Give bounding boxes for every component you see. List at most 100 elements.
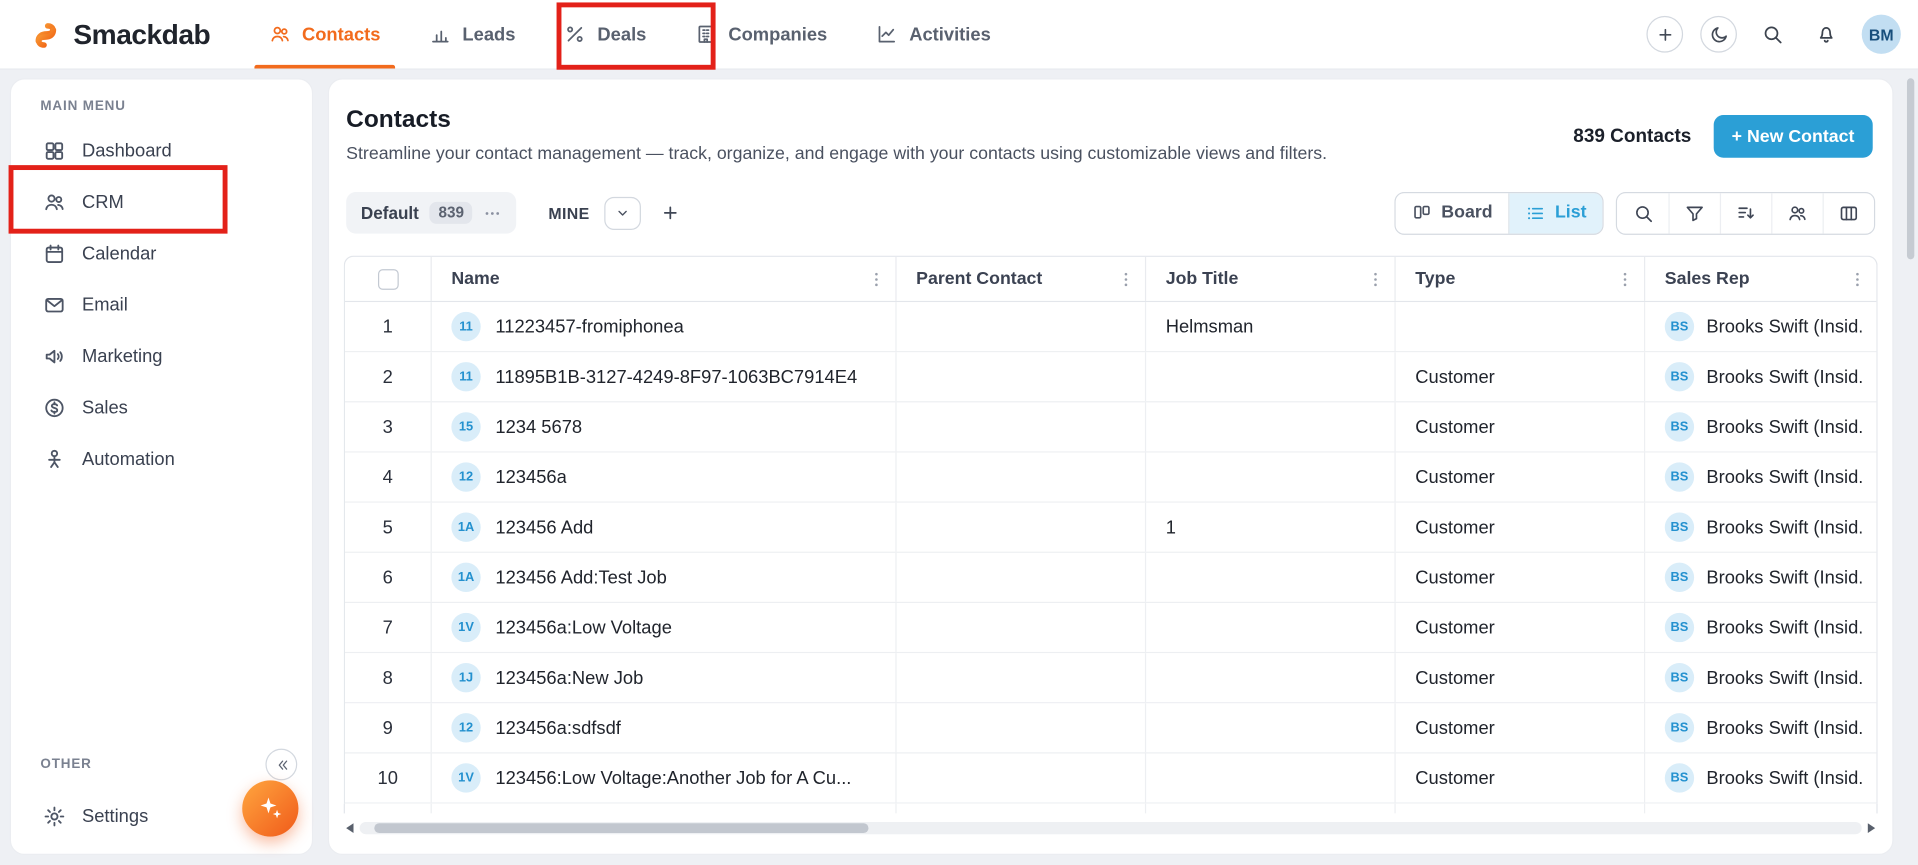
sales-rep-cell: BS Brooks Swift (Insid... bbox=[1645, 352, 1876, 401]
chevron-down-icon bbox=[614, 204, 631, 221]
table-row[interactable]: 7 1V 123456a:Low Voltage Customer BS Bro… bbox=[345, 603, 1876, 653]
list-view-button[interactable]: List bbox=[1508, 193, 1602, 233]
table-row[interactable]: 2 11 11895B1B-3127-4249-8F97-1063BC7914E… bbox=[345, 352, 1876, 402]
sales-rep-cell: BS Brooks Swift (Insid... bbox=[1645, 603, 1876, 652]
contact-name-cell[interactable]: 12 123456a bbox=[432, 453, 897, 502]
view-count-badge: 839 bbox=[430, 202, 473, 224]
contact-initials-badge: 1A bbox=[451, 563, 480, 592]
row-number: 6 bbox=[345, 553, 432, 602]
table-search-button[interactable] bbox=[1617, 193, 1668, 233]
group-by-button[interactable] bbox=[1771, 193, 1822, 233]
sidebar-item-automation[interactable]: Automation bbox=[11, 433, 312, 484]
view-options-icon[interactable] bbox=[484, 204, 502, 222]
parent-contact-cell bbox=[897, 753, 1147, 802]
contact-name: 123456 Add bbox=[495, 517, 593, 538]
nav-tab-leads[interactable]: Leads bbox=[405, 0, 540, 68]
contact-name-cell[interactable]: 1A 123456 Add bbox=[432, 503, 897, 552]
contact-name-cell[interactable]: 11 11223457-fromiphonea bbox=[432, 302, 897, 351]
nav-tab-deals[interactable]: Deals bbox=[540, 0, 671, 68]
sidebar-item-label: Marketing bbox=[82, 346, 163, 367]
column-menu-icon[interactable] bbox=[1366, 270, 1384, 288]
column-header-name[interactable]: Name bbox=[432, 257, 897, 301]
sales-icon bbox=[43, 396, 66, 419]
parent-contact-cell bbox=[897, 553, 1147, 602]
column-label: Job Title bbox=[1166, 269, 1239, 289]
horizontal-scroll-thumb[interactable] bbox=[374, 823, 868, 833]
contact-name-cell[interactable]: 1A 123456 Add:Test Job bbox=[432, 553, 897, 602]
other-label: OTHER bbox=[40, 757, 91, 772]
rep-name: Brooks Swift (Insid... bbox=[1706, 467, 1861, 488]
ai-assistant-fab[interactable] bbox=[242, 780, 298, 836]
view-tab-default[interactable]: Default 839 bbox=[346, 192, 516, 234]
scroll-left-arrow[interactable] bbox=[346, 823, 353, 833]
scope-selector: MINE bbox=[548, 196, 641, 229]
notifications-button[interactable] bbox=[1808, 16, 1845, 53]
table-row[interactable]: 9 12 123456a:sdfsdf Customer BS Brooks S… bbox=[345, 703, 1876, 753]
table-row[interactable]: 8 1J 123456a:New Job Customer BS Brooks … bbox=[345, 653, 1876, 703]
sort-icon bbox=[1736, 202, 1757, 223]
contact-name-cell[interactable]: 11 11895B1B-3127-4249-8F97-1063BC7914E4 bbox=[432, 352, 897, 401]
column-menu-icon[interactable] bbox=[867, 270, 885, 288]
quick-add-button[interactable] bbox=[1646, 16, 1683, 53]
dark-mode-toggle[interactable] bbox=[1700, 16, 1737, 53]
job-title-cell bbox=[1146, 453, 1396, 502]
deals-icon bbox=[564, 23, 586, 45]
board-view-button[interactable]: Board bbox=[1396, 193, 1508, 233]
filter-button[interactable] bbox=[1668, 193, 1719, 233]
new-contact-button[interactable]: + New Contact bbox=[1713, 115, 1872, 158]
select-all-checkbox[interactable] bbox=[377, 268, 398, 289]
column-menu-icon[interactable] bbox=[1848, 270, 1866, 288]
add-view-button[interactable] bbox=[653, 196, 687, 230]
table-row[interactable]: 3 15 1234 5678 Customer BS Brooks Swift … bbox=[345, 402, 1876, 452]
column-menu-icon[interactable] bbox=[1117, 270, 1135, 288]
scope-dropdown-button[interactable] bbox=[604, 196, 641, 229]
sidebar-item-calendar[interactable]: Calendar bbox=[11, 228, 312, 279]
row-number: 3 bbox=[345, 402, 432, 451]
table-row[interactable]: 1 11 11223457-fromiphonea Helmsman BS Br… bbox=[345, 302, 1876, 352]
column-menu-icon[interactable] bbox=[1616, 270, 1634, 288]
vertical-scroll-thumb[interactable] bbox=[1907, 78, 1914, 259]
column-header-sales-rep[interactable]: Sales Rep bbox=[1645, 257, 1876, 301]
user-avatar[interactable]: BM bbox=[1862, 15, 1901, 54]
sidebar-item-marketing[interactable]: Marketing bbox=[11, 330, 312, 381]
nav-tab-label: Companies bbox=[728, 24, 827, 45]
sidebar-item-dashboard[interactable]: Dashboard bbox=[11, 125, 312, 176]
board-icon bbox=[1412, 202, 1433, 223]
column-header-job-title[interactable]: Job Title bbox=[1146, 257, 1396, 301]
nav-tab-activities[interactable]: Activities bbox=[852, 0, 1016, 68]
board-label: Board bbox=[1441, 203, 1492, 223]
contact-initials-badge: 11 bbox=[451, 362, 480, 391]
table-row[interactable]: 6 1A 123456 Add:Test Job Customer BS Bro… bbox=[345, 553, 1876, 603]
table-row[interactable]: 4 12 123456a Customer BS Brooks Swift (I… bbox=[345, 453, 1876, 503]
nav-tab-companies[interactable]: Companies bbox=[671, 0, 852, 68]
parent-contact-cell bbox=[897, 302, 1147, 351]
sidebar-item-crm[interactable]: CRM bbox=[11, 176, 312, 227]
dashboard-icon bbox=[43, 139, 66, 162]
contact-initials-badge: 1V bbox=[451, 613, 480, 642]
sidebar-item-email[interactable]: Email bbox=[11, 279, 312, 330]
job-title-cell bbox=[1146, 352, 1396, 401]
brand-logo[interactable]: Smackdab bbox=[29, 0, 210, 68]
table-row[interactable]: 5 1A 123456 Add 1 Customer BS Brooks Swi… bbox=[345, 503, 1876, 553]
sort-button[interactable] bbox=[1720, 193, 1771, 233]
vertical-scrollbar[interactable] bbox=[1907, 78, 1914, 856]
nav-tab-contacts[interactable]: Contacts bbox=[244, 0, 404, 68]
sales-rep-cell: BS Brooks Swift (Insid... bbox=[1645, 653, 1876, 702]
contact-name-cell[interactable]: 15 1234 5678 bbox=[432, 402, 897, 451]
column-label: Sales Rep bbox=[1665, 269, 1750, 289]
columns-button[interactable] bbox=[1823, 193, 1874, 233]
plus-icon bbox=[1654, 24, 1675, 45]
table-row[interactable]: 10 1V 123456:Low Voltage:Another Job for… bbox=[345, 753, 1876, 803]
contact-name-cell[interactable]: 1V 123456:Low Voltage:Another Job for A … bbox=[432, 753, 897, 802]
horizontal-scroll-track[interactable] bbox=[360, 822, 1862, 834]
funnel-icon bbox=[1684, 202, 1705, 223]
search-button[interactable] bbox=[1754, 16, 1791, 53]
contact-name-cell[interactable]: 12 123456a:sdfsdf bbox=[432, 703, 897, 752]
contact-name-cell[interactable]: 1V 123456a:Low Voltage bbox=[432, 603, 897, 652]
scroll-right-arrow[interactable] bbox=[1868, 823, 1875, 833]
contact-name-cell[interactable]: 1J 123456a:New Job bbox=[432, 653, 897, 702]
column-header-parent-contact[interactable]: Parent Contact bbox=[897, 257, 1147, 301]
sidebar-item-sales[interactable]: Sales bbox=[11, 382, 312, 433]
column-header-type[interactable]: Type bbox=[1396, 257, 1646, 301]
collapse-sidebar-button[interactable] bbox=[265, 749, 297, 781]
